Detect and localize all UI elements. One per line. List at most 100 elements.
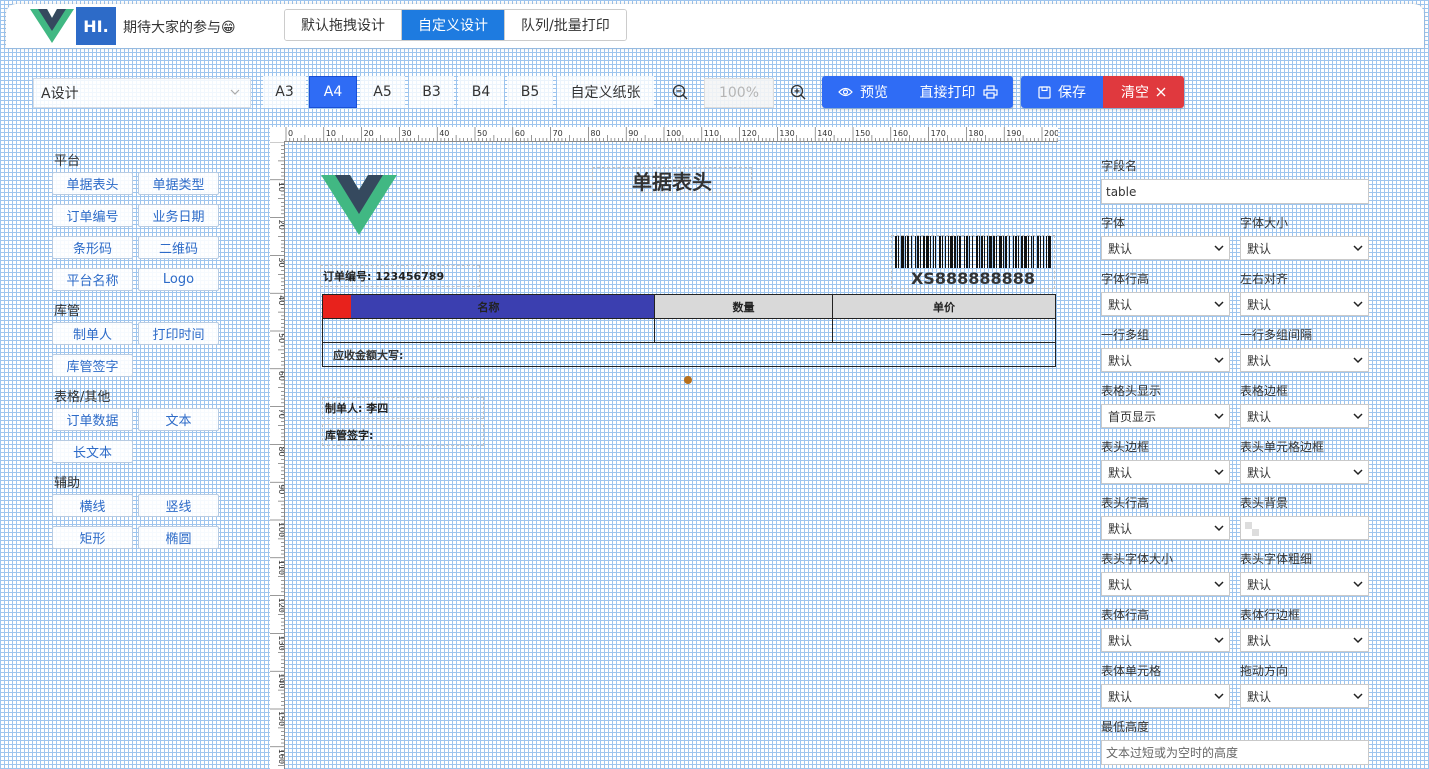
clear-button[interactable]: 清空 <box>1103 76 1184 108</box>
palette-item-platform-name[interactable]: 平台名称 <box>52 268 133 291</box>
chevron-down-icon <box>1353 693 1363 700</box>
prop-font-select[interactable]: 默认 <box>1101 236 1230 260</box>
prop-body-cell-select[interactable]: 默认 <box>1101 684 1230 708</box>
prop-text-align-select[interactable]: 默认 <box>1240 292 1369 316</box>
tab-default-drag-design[interactable]: 默认拖拽设计 <box>285 10 402 40</box>
resize-handle[interactable] <box>684 376 692 384</box>
prop-font-size-select[interactable]: 默认 <box>1240 236 1369 260</box>
palette-item-bill-type[interactable]: 单据类型 <box>138 172 219 195</box>
canvas-maker[interactable]: 制单人: 李四 <box>322 397 484 419</box>
palette-item-rect[interactable]: 矩形 <box>52 526 133 549</box>
tab-batch-print[interactable]: 队列/批量打印 <box>505 10 626 40</box>
column-drag-handle[interactable] <box>323 295 351 318</box>
prop-text-align-label: 左右对齐 <box>1240 272 1289 286</box>
barcode-icon <box>895 236 1051 268</box>
paper-a3-button[interactable]: A3 <box>263 76 306 108</box>
palette-item-vline[interactable]: 竖线 <box>138 494 219 517</box>
mode-tabs: 默认拖拽设计 自定义设计 队列/批量打印 <box>284 9 627 41</box>
prop-drag-direction-select[interactable]: 默认 <box>1240 684 1369 708</box>
svg-text:170: 170 <box>931 129 946 138</box>
prop-head-font-size: 表头字体大小 默认 <box>1101 551 1230 607</box>
palette-item-print-time[interactable]: 打印时间 <box>138 322 219 345</box>
prop-table-head-display-select[interactable]: 首页显示 <box>1101 404 1230 428</box>
canvas-bill-title[interactable]: 单据表头 <box>592 167 752 194</box>
palette-item-text[interactable]: 文本 <box>138 408 219 431</box>
palette-item-order-number[interactable]: 订单编号 <box>52 204 133 227</box>
prop-head-cell-border: 表头单元格边框 默认 <box>1240 439 1369 495</box>
prop-head-row-height-value: 默认 <box>1108 521 1133 536</box>
head-background-color-picker[interactable] <box>1240 516 1369 540</box>
prop-head-border: 表头边框 默认 <box>1101 439 1230 495</box>
chevron-down-icon <box>1353 357 1363 364</box>
prop-line-height-select[interactable]: 默认 <box>1101 292 1230 316</box>
template-select[interactable]: A设计 <box>33 78 251 108</box>
paper-b5-button[interactable]: B5 <box>507 76 553 108</box>
svg-text:90: 90 <box>628 129 638 138</box>
save-label: 保存 <box>1058 85 1086 101</box>
save-button[interactable]: 保存 <box>1021 76 1103 108</box>
prop-head-row-height-select[interactable]: 默认 <box>1101 516 1230 540</box>
palette-item-hline[interactable]: 横线 <box>52 494 133 517</box>
prop-drag-direction-label: 拖动方向 <box>1240 664 1289 678</box>
field-name-input[interactable]: table <box>1101 179 1369 204</box>
prop-multi-group-select[interactable]: 默认 <box>1101 348 1230 372</box>
chevron-down-icon <box>1214 357 1224 364</box>
palette-item-barcode[interactable]: 条形码 <box>52 236 133 259</box>
zoom-out-button[interactable] <box>667 78 693 106</box>
prop-head-font-weight-value: 默认 <box>1247 577 1272 592</box>
table-header-name-label: 名称 <box>477 300 500 314</box>
prop-head-font-weight-select[interactable]: 默认 <box>1240 572 1369 596</box>
canvas-logo-icon[interactable] <box>321 175 397 235</box>
table-footer-amount: 应收金额大写: <box>322 342 1056 367</box>
svg-text:140: 140 <box>817 129 832 138</box>
min-height-input[interactable]: 文本过短或为空时的高度 <box>1101 740 1369 765</box>
prop-multi-group-gap-select[interactable]: 默认 <box>1240 348 1369 372</box>
palette-item-business-date[interactable]: 业务日期 <box>138 204 219 227</box>
preview-button[interactable]: 预览 <box>822 76 904 108</box>
prop-font-size-label: 字体大小 <box>1240 216 1289 230</box>
prop-text-align: 左右对齐默认 <box>1240 271 1369 327</box>
table-header-qty[interactable]: 数量 <box>654 294 833 319</box>
paper-a5-button[interactable]: A5 <box>360 76 405 108</box>
palette-section-warehouse: 库管 <box>54 304 81 319</box>
palette-item-qrcode[interactable]: 二维码 <box>138 236 219 259</box>
direct-print-button[interactable]: 直接打印 <box>904 76 1013 108</box>
palette-item-long-text[interactable]: 长文本 <box>52 440 133 463</box>
palette-item-bill-header[interactable]: 单据表头 <box>52 172 133 195</box>
prop-table-head-display: 表格头显示 首页显示 <box>1101 383 1230 439</box>
palette-item-order-data[interactable]: 订单数据 <box>52 408 133 431</box>
horizontal-ruler: 0 10 20 30 40 50 60 70 80 90 100 110 120 130 140 150 160… <box>284 127 1058 142</box>
prop-multi-group-gap-label: 一行多组间隔 <box>1240 328 1313 342</box>
prop-head-border-select[interactable]: 默认 <box>1101 460 1230 484</box>
prop-head-cell-border-select[interactable]: 默认 <box>1240 460 1369 484</box>
prop-head-font-size-select[interactable]: 默认 <box>1101 572 1230 596</box>
template-select-value: A设计 <box>41 86 79 102</box>
paper-b3-button[interactable]: B3 <box>409 76 454 108</box>
prop-body-cell-value: 默认 <box>1108 689 1133 704</box>
tab-custom-design[interactable]: 自定义设计 <box>402 10 505 40</box>
palette-item-logo[interactable]: Logo <box>138 268 219 291</box>
paper-b4-button[interactable]: B4 <box>458 76 504 108</box>
table-header-price[interactable]: 单价 <box>832 294 1056 319</box>
chevron-down-icon <box>1353 245 1363 252</box>
prop-head-font-size-value: 默认 <box>1108 577 1133 592</box>
palette-item-maker[interactable]: 制单人 <box>52 322 133 345</box>
prop-body-row-height-select[interactable]: 默认 <box>1101 628 1230 652</box>
prop-body-row-border: 表体行边框 默认 <box>1240 607 1369 663</box>
prop-head-cell-border-label: 表头单元格边框 <box>1240 440 1325 454</box>
prop-head-row-height-label: 表头行高 <box>1101 496 1150 510</box>
prop-head-background: 表头背景 <box>1240 495 1369 551</box>
canvas-barcode[interactable]: XS888888888 <box>891 235 1055 289</box>
canvas-order-number[interactable]: 订单编号: 123456789 <box>320 265 480 287</box>
prop-body-row-border-select[interactable]: 默认 <box>1240 628 1369 652</box>
canvas-order-table[interactable]: 名称 数量 单价 应收金额大写: <box>322 294 1056 367</box>
prop-text-align-value: 默认 <box>1247 297 1272 312</box>
palette-item-ellipse[interactable]: 椭圆 <box>138 526 219 549</box>
paper-custom-button[interactable]: 自定义纸张 <box>557 76 654 108</box>
paper-a4-button[interactable]: A4 <box>309 76 357 108</box>
palette-item-warehouse-sign[interactable]: 库管签字 <box>52 354 133 377</box>
prop-table-border-select[interactable]: 默认 <box>1240 404 1369 428</box>
table-header-name[interactable]: 名称 <box>322 294 655 319</box>
zoom-in-button[interactable] <box>785 78 811 106</box>
canvas-warehouse-sign[interactable]: 库管签字: <box>322 424 484 446</box>
